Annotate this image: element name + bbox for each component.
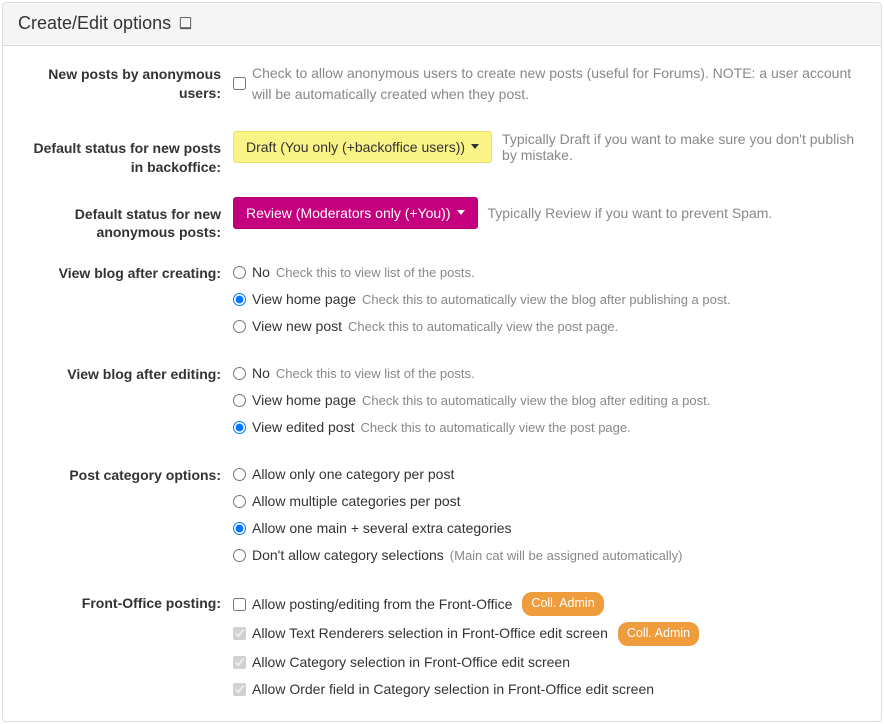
- checkbox-label: Allow Category selection in Front-Office…: [252, 652, 570, 673]
- radios-category: Allow only one category per post Allow mu…: [233, 462, 866, 572]
- radio-hint: Check this to view list of the posts.: [276, 364, 475, 384]
- create-edit-options-panel: Create/Edit options New posts by anonymo…: [2, 2, 882, 722]
- dropdown-backoffice-status[interactable]: Draft (You only (+backoffice users)): [233, 131, 492, 163]
- label-view-edit: View blog after editing:: [18, 361, 233, 384]
- radio-option: View new post Check this to automaticall…: [233, 316, 866, 337]
- permission-badge: Coll. Admin: [522, 592, 603, 616]
- radio-hint: Check this to automatically view the pos…: [348, 317, 618, 337]
- panel-heading: Create/Edit options: [3, 3, 881, 46]
- panel-title: Create/Edit options: [18, 13, 171, 33]
- checkbox-option: Allow Category selection in Front-Office…: [233, 652, 866, 673]
- checkbox-label: Allow Text Renderers selection in Front-…: [252, 623, 608, 644]
- label-view-create: View blog after creating:: [18, 260, 233, 283]
- label-front-office: Front-Office posting:: [18, 590, 233, 613]
- radio-option: Allow multiple categories per post: [233, 491, 866, 512]
- label-category: Post category options:: [18, 462, 233, 485]
- radio-option: View edited post Check this to automatic…: [233, 417, 866, 438]
- hint-anon-status: Typically Review if you want to prevent …: [488, 205, 773, 221]
- radio-option: View home page Check this to automatical…: [233, 390, 866, 411]
- radio-input[interactable]: [233, 549, 246, 562]
- radio-option: Allow one main + several extra categorie…: [233, 518, 866, 539]
- radio-input[interactable]: [233, 522, 246, 535]
- radio-label: View home page: [252, 390, 356, 411]
- row-view-create: View blog after creating: No Check this …: [18, 260, 866, 343]
- manual-icon[interactable]: [178, 14, 193, 35]
- radio-option: View home page Check this to automatical…: [233, 289, 866, 310]
- radio-option: No Check this to view list of the posts.: [233, 363, 866, 384]
- hint-anonymous: Check to allow anonymous users to create…: [252, 63, 866, 105]
- radio-label: Allow only one category per post: [252, 464, 454, 485]
- dropdown-backoffice-status-value: Draft (You only (+backoffice users)): [246, 139, 465, 155]
- dropdown-anon-status[interactable]: Review (Moderators only (+You)): [233, 197, 478, 229]
- radio-hint: (Main cat will be assigned automatically…: [450, 546, 683, 566]
- row-anon-status: Default status for new anonymous posts: …: [18, 195, 866, 243]
- checkbox-input: [233, 627, 246, 640]
- checkbox-input: [233, 683, 246, 696]
- radio-input[interactable]: [233, 468, 246, 481]
- row-category: Post category options: Allow only one ca…: [18, 462, 866, 572]
- radio-label: View new post: [252, 316, 342, 337]
- radio-label: Allow multiple categories per post: [252, 491, 461, 512]
- radio-option: Don't allow category selections (Main ca…: [233, 545, 866, 566]
- checkboxes-front-office: Allow posting/editing from the Front-Off…: [233, 590, 866, 706]
- dropdown-anon-status-value: Review (Moderators only (+You)): [246, 205, 451, 221]
- radio-input[interactable]: [233, 421, 246, 434]
- row-front-office: Front-Office posting: Allow posting/edit…: [18, 590, 866, 706]
- radio-hint: Check this to automatically view the pos…: [360, 418, 630, 438]
- radio-input[interactable]: [233, 266, 246, 279]
- permission-badge: Coll. Admin: [618, 622, 699, 646]
- radio-option: Allow only one category per post: [233, 464, 866, 485]
- radio-label: Allow one main + several extra categorie…: [252, 518, 512, 539]
- radio-input[interactable]: [233, 394, 246, 407]
- radio-option: No Check this to view list of the posts.: [233, 262, 866, 283]
- label-anon-status: Default status for new anonymous posts:: [18, 195, 233, 243]
- radio-label: View edited post: [252, 417, 354, 438]
- checkbox-label: Allow Order field in Category selection …: [252, 679, 654, 700]
- label-anonymous: New posts by anonymous users:: [18, 61, 233, 103]
- checkbox-input: [233, 656, 246, 669]
- caret-down-icon: [471, 144, 479, 149]
- label-backoffice-status: Default status for new posts in backoffi…: [18, 129, 233, 177]
- row-backoffice-status: Default status for new posts in backoffi…: [18, 129, 866, 177]
- checkbox-input[interactable]: [233, 598, 246, 611]
- radios-view-edit: No Check this to view list of the posts.…: [233, 361, 866, 444]
- hint-backoffice-status: Typically Draft if you want to make sure…: [502, 131, 866, 163]
- checkbox-option: Allow posting/editing from the Front-Off…: [233, 592, 866, 616]
- caret-down-icon: [457, 210, 465, 215]
- radio-input[interactable]: [233, 367, 246, 380]
- radio-label: Don't allow category selections: [252, 545, 444, 566]
- radio-label: No: [252, 363, 270, 384]
- radios-view-create: No Check this to view list of the posts.…: [233, 260, 866, 343]
- checkbox-option: Allow Text Renderers selection in Front-…: [233, 622, 866, 646]
- radio-label: No: [252, 262, 270, 283]
- panel-body: New posts by anonymous users: Check to a…: [3, 46, 881, 721]
- radio-input[interactable]: [233, 293, 246, 306]
- radio-hint: Check this to view list of the posts.: [276, 263, 475, 283]
- radio-hint: Check this to automatically view the blo…: [362, 290, 731, 310]
- row-anonymous-posts: New posts by anonymous users: Check to a…: [18, 61, 866, 111]
- checkbox-option: Allow Order field in Category selection …: [233, 679, 866, 700]
- radio-input[interactable]: [233, 320, 246, 333]
- row-view-edit: View blog after editing: No Check this t…: [18, 361, 866, 444]
- radio-label: View home page: [252, 289, 356, 310]
- radio-input[interactable]: [233, 495, 246, 508]
- checkbox-anonymous[interactable]: [233, 77, 246, 90]
- checkbox-label: Allow posting/editing from the Front-Off…: [252, 594, 512, 615]
- radio-hint: Check this to automatically view the blo…: [362, 391, 710, 411]
